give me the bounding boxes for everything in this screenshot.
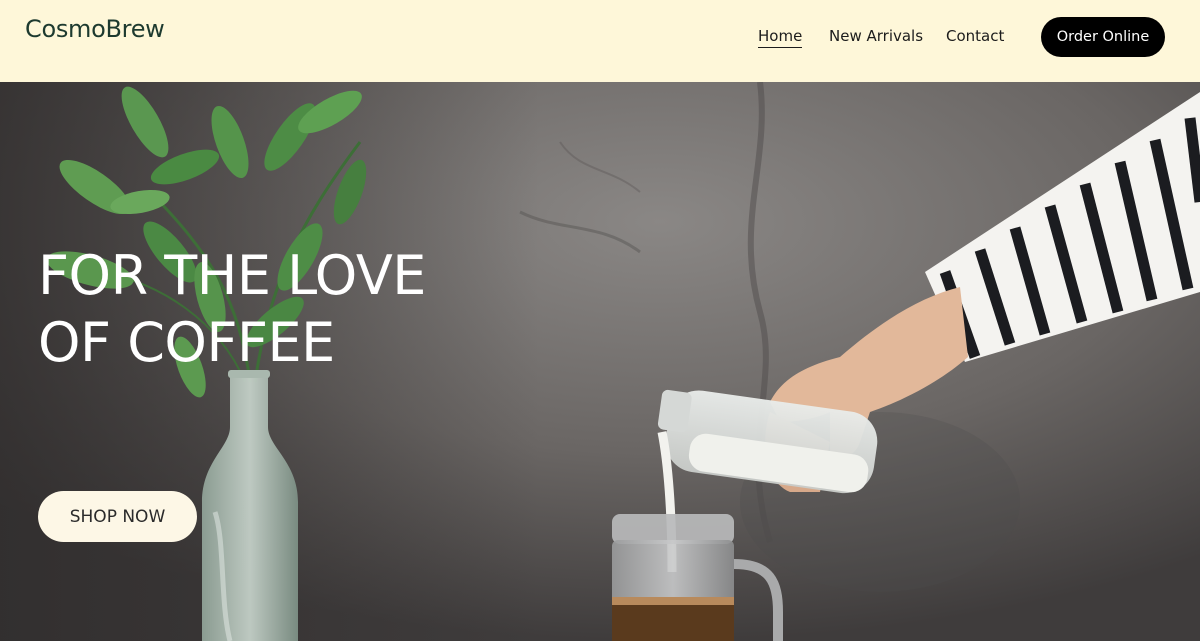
nav-new-arrivals-link[interactable]: New Arrivals xyxy=(829,27,923,45)
hero-title-line-1: FOR THE LOVE xyxy=(38,244,426,307)
hero-title-line-2: OF COFFEE xyxy=(38,311,335,374)
nav-contact-link[interactable]: Contact xyxy=(946,27,1004,45)
hero-section: FOR THE LOVE OF COFFEE SHOP NOW xyxy=(0,82,1200,641)
shop-now-button[interactable]: SHOP NOW xyxy=(38,491,197,542)
site-logo[interactable]: CosmoBrew xyxy=(25,15,165,43)
nav-home-link[interactable]: Home xyxy=(758,27,803,48)
site-header: CosmoBrew Home New Arrivals Contact Orde… xyxy=(0,0,1200,82)
order-online-button[interactable]: Order Online xyxy=(1041,17,1165,57)
hero-title: FOR THE LOVE OF COFFEE xyxy=(38,242,518,376)
